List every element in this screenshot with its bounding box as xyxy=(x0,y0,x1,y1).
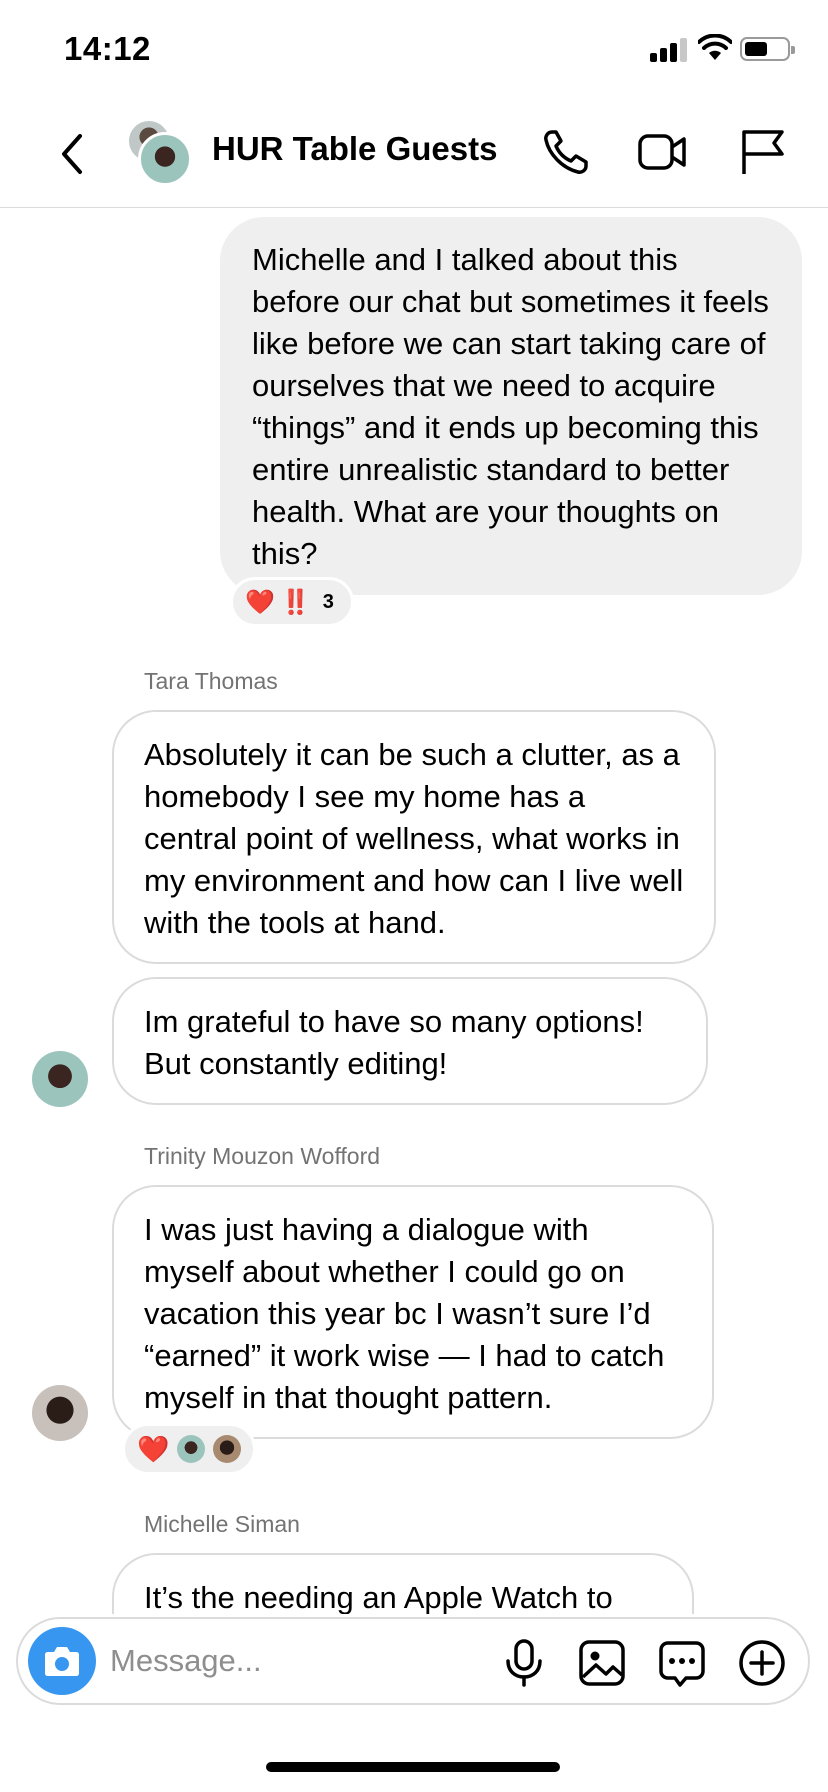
chat-title[interactable]: HUR Table Guests xyxy=(212,130,497,168)
video-icon[interactable] xyxy=(636,126,688,178)
phone-icon[interactable] xyxy=(540,126,592,178)
status-bar: 14:12 xyxy=(0,0,828,100)
message-reactions[interactable]: ❤️ xyxy=(122,1423,256,1475)
incoming-message[interactable]: Absolutely it can be such a clutter, as … xyxy=(112,710,716,964)
message-composer xyxy=(16,1617,810,1705)
heart-reaction: ❤️ xyxy=(137,1433,170,1464)
chat-header: HUR Table Guests xyxy=(0,100,828,208)
reactor-avatar xyxy=(213,1435,242,1463)
battery-icon xyxy=(740,37,795,61)
avatar[interactable] xyxy=(32,1385,88,1441)
camera-button[interactable] xyxy=(28,1627,96,1695)
avatar xyxy=(138,132,192,186)
flag-icon[interactable] xyxy=(736,126,788,178)
status-time: 14:12 xyxy=(64,30,151,67)
avatar[interactable] xyxy=(32,1051,88,1107)
outgoing-message[interactable]: Michelle and I talked about this before … xyxy=(220,217,802,595)
signal-icon xyxy=(650,38,688,62)
gallery-icon[interactable] xyxy=(576,1637,628,1689)
home-indicator xyxy=(266,1762,560,1772)
heart-reaction: ❤️ xyxy=(245,588,275,616)
reactor-avatar xyxy=(177,1435,206,1463)
exclamation-reaction: ‼️ xyxy=(280,588,311,616)
sticker-icon[interactable] xyxy=(656,1637,708,1689)
incoming-message[interactable]: I was just having a dialogue with myself… xyxy=(112,1185,714,1439)
wifi-icon xyxy=(698,34,732,60)
message-input[interactable] xyxy=(110,1633,490,1689)
sender-name: Tara Thomas xyxy=(144,668,278,694)
camera-icon xyxy=(45,1647,79,1676)
chat-screen: 14:12 HUR Table Guests Michelle and I ta… xyxy=(0,0,828,1792)
message-reactions[interactable]: ❤️ ‼️ 3 xyxy=(230,577,354,627)
reaction-count: 3 xyxy=(322,590,334,613)
incoming-message[interactable]: It’s the needing an Apple Watch to xyxy=(112,1553,694,1614)
back-icon[interactable] xyxy=(54,128,90,180)
sender-name: Michelle Siman xyxy=(144,1511,300,1537)
message-list[interactable]: Michelle and I talked about this before … xyxy=(0,209,828,1614)
incoming-message[interactable]: Im grateful to have so many options! But… xyxy=(112,977,708,1105)
microphone-icon[interactable] xyxy=(498,1637,550,1689)
plus-icon[interactable] xyxy=(736,1637,788,1689)
sender-name: Trinity Mouzon Wofford xyxy=(144,1143,381,1169)
group-avatar[interactable] xyxy=(126,118,192,186)
